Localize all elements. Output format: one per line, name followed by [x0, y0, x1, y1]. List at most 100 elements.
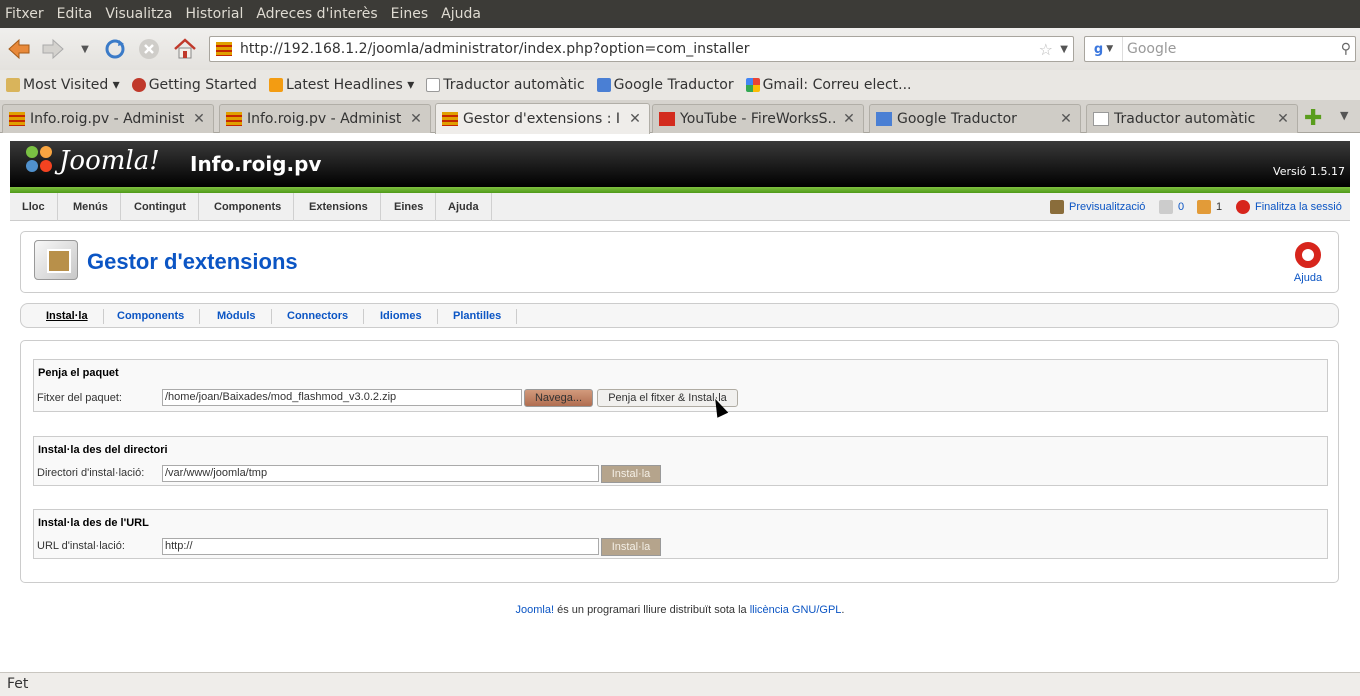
submenu-plugins[interactable]: Connectors	[272, 309, 365, 324]
site-favicon	[9, 112, 25, 126]
submenu-components[interactable]: Components	[102, 309, 201, 324]
directory-label: Directori d'instal·lació:	[37, 467, 145, 479]
browser-menubar: Fitxer Edita Visualitza Historial Adrece…	[0, 0, 1360, 28]
menu-tools[interactable]: Eines	[391, 6, 429, 22]
url-label: URL d'instal·lació:	[37, 540, 125, 552]
firefox-icon	[131, 78, 146, 92]
tab-google-traductor[interactable]: Google Traductor ✕	[869, 104, 1081, 133]
search-box[interactable]: g ▼ Google ⚲	[1084, 36, 1356, 62]
joomla-logo: Joomla!	[26, 146, 160, 176]
back-arrow-icon[interactable]	[6, 36, 32, 62]
browser-status-bar: Fet	[0, 672, 1360, 696]
reload-icon[interactable]	[102, 36, 128, 62]
install-url-input[interactable]: http://	[162, 538, 599, 555]
install-directory-fieldset: Instal·la des del directori Directori d'…	[33, 436, 1328, 486]
translate-icon	[596, 78, 611, 92]
bookmark-latest-headlines[interactable]: Latest Headlines ▾	[268, 77, 414, 93]
install-directory-button[interactable]: Instal·la	[601, 465, 661, 483]
folder-icon	[6, 78, 20, 92]
package-file-input[interactable]: /home/joan/Baixades/mod_flashmod_v3.0.2.…	[162, 389, 522, 406]
address-bar[interactable]: http://192.168.1.2/joomla/administrator/…	[209, 36, 1074, 62]
close-icon[interactable]: ✕	[1058, 111, 1074, 127]
admin-menu: Lloc Menús Contingut Components Extensio…	[10, 193, 1350, 221]
search-input[interactable]: Google	[1127, 41, 1176, 57]
submenu-modules[interactable]: Mòduls	[202, 309, 272, 324]
menu-extensions[interactable]: Extensions	[297, 193, 381, 221]
joomla-link[interactable]: Joomla!	[516, 604, 555, 616]
bookmark-most-visited[interactable]: Most Visited ▾	[6, 77, 120, 93]
url-legend: Instal·la des de l'URL	[38, 517, 149, 529]
install-directory-input[interactable]: /var/www/joomla/tmp	[162, 465, 599, 482]
tab-traductor[interactable]: Traductor automàtic ✕	[1086, 104, 1298, 133]
menu-help[interactable]: Ajuda	[441, 6, 481, 22]
close-icon[interactable]: ✕	[1275, 111, 1291, 127]
close-icon[interactable]: ✕	[191, 111, 207, 127]
menu-menus[interactable]: Menús	[61, 193, 121, 221]
help-button[interactable]: Ajuda	[1288, 242, 1328, 284]
license-link[interactable]: llicència GNU/GPL	[750, 604, 842, 616]
version-label: Versió 1.5.17	[1273, 165, 1345, 178]
search-icon[interactable]: ⚲	[1341, 41, 1351, 57]
tab-list-dropdown-icon[interactable]: ▼	[1340, 109, 1348, 122]
submenu-templates[interactable]: Plantilles	[438, 309, 518, 324]
menu-help[interactable]: Ajuda	[436, 193, 492, 221]
search-engine-icon[interactable]: g ▼	[1085, 37, 1123, 61]
page-title: Gestor d'extensions	[87, 249, 298, 274]
bookmark-star-icon[interactable]: ☆	[1039, 40, 1053, 59]
joomla-logo-icon	[26, 146, 56, 176]
messages-link[interactable]: 0	[1159, 193, 1184, 221]
history-dropdown-icon[interactable]: ▼	[72, 36, 98, 62]
toolbar-box: Gestor d'extensions Ajuda	[20, 231, 1339, 293]
forward-arrow-icon[interactable]	[40, 36, 66, 62]
footer-text: és un programari lliure distribuït sota …	[554, 604, 750, 616]
tab-strip: Info.roig.pv - Administ... ✕ Info.roig.p…	[0, 100, 1360, 134]
close-icon[interactable]: ✕	[408, 111, 424, 127]
close-icon[interactable]: ✕	[627, 111, 643, 127]
install-icon	[34, 240, 78, 280]
submenu-install[interactable]: Instal·la	[31, 309, 104, 324]
stop-icon[interactable]	[136, 36, 162, 62]
new-tab-plus-icon[interactable]: ✚	[1304, 106, 1322, 131]
url-dropdown-icon[interactable]: ▼	[1060, 44, 1068, 55]
logout-link[interactable]: Finalitza la sessió	[1236, 193, 1342, 221]
translate-icon	[876, 112, 892, 126]
menu-bookmarks[interactable]: Adreces d'interès	[256, 6, 377, 22]
youtube-icon	[659, 112, 675, 126]
tab-admin-1[interactable]: Info.roig.pv - Administ... ✕	[2, 104, 214, 133]
home-icon[interactable]	[172, 36, 198, 62]
site-favicon	[216, 42, 232, 56]
menu-file[interactable]: Fitxer	[5, 6, 44, 22]
footer-end: .	[841, 604, 845, 616]
browse-button[interactable]: Navega...	[524, 389, 593, 407]
menu-site[interactable]: Lloc	[10, 193, 58, 221]
upload-package-fieldset: Penja el paquet Fitxer del paquet: /home…	[33, 359, 1328, 412]
submenu-languages[interactable]: Idiomes	[365, 309, 438, 324]
tab-extension-manager[interactable]: Gestor d'extensions : I... ✕	[435, 103, 650, 134]
tab-youtube[interactable]: YouTube - FireWorksS... ✕	[652, 104, 864, 133]
installer-panel: Penja el paquet Fitxer del paquet: /home…	[20, 340, 1339, 583]
install-url-button[interactable]: Instal·la	[601, 538, 661, 556]
preview-icon	[1050, 200, 1064, 214]
joomla-header: Joomla! Info.roig.pv Versió 1.5.17	[10, 141, 1350, 187]
bookmark-google-traductor[interactable]: Google Traductor	[596, 77, 734, 93]
address-url[interactable]: http://192.168.1.2/joomla/administrator/…	[240, 41, 749, 57]
close-icon[interactable]: ✕	[841, 111, 857, 127]
bookmark-getting-started[interactable]: Getting Started	[131, 77, 257, 93]
site-favicon	[442, 112, 458, 126]
bookmark-gmail[interactable]: Gmail: Correu elect...	[745, 77, 911, 93]
rss-icon	[268, 78, 283, 92]
menu-tools[interactable]: Eines	[382, 193, 437, 221]
users-icon	[1197, 200, 1211, 214]
bookmark-traductor[interactable]: Traductor automàtic	[426, 77, 585, 93]
page-icon	[426, 78, 441, 92]
menu-edit[interactable]: Edita	[57, 6, 93, 22]
preview-link[interactable]: Previsualització	[1050, 193, 1145, 221]
logout-icon	[1236, 200, 1250, 214]
menu-components[interactable]: Components	[202, 193, 295, 221]
mail-icon	[1159, 200, 1173, 214]
menu-view[interactable]: Visualitza	[105, 6, 172, 22]
menu-content[interactable]: Contingut	[122, 193, 199, 221]
menu-history[interactable]: Historial	[185, 6, 243, 22]
site-name: Info.roig.pv	[190, 152, 322, 176]
tab-admin-2[interactable]: Info.roig.pv - Administ... ✕	[219, 104, 431, 133]
